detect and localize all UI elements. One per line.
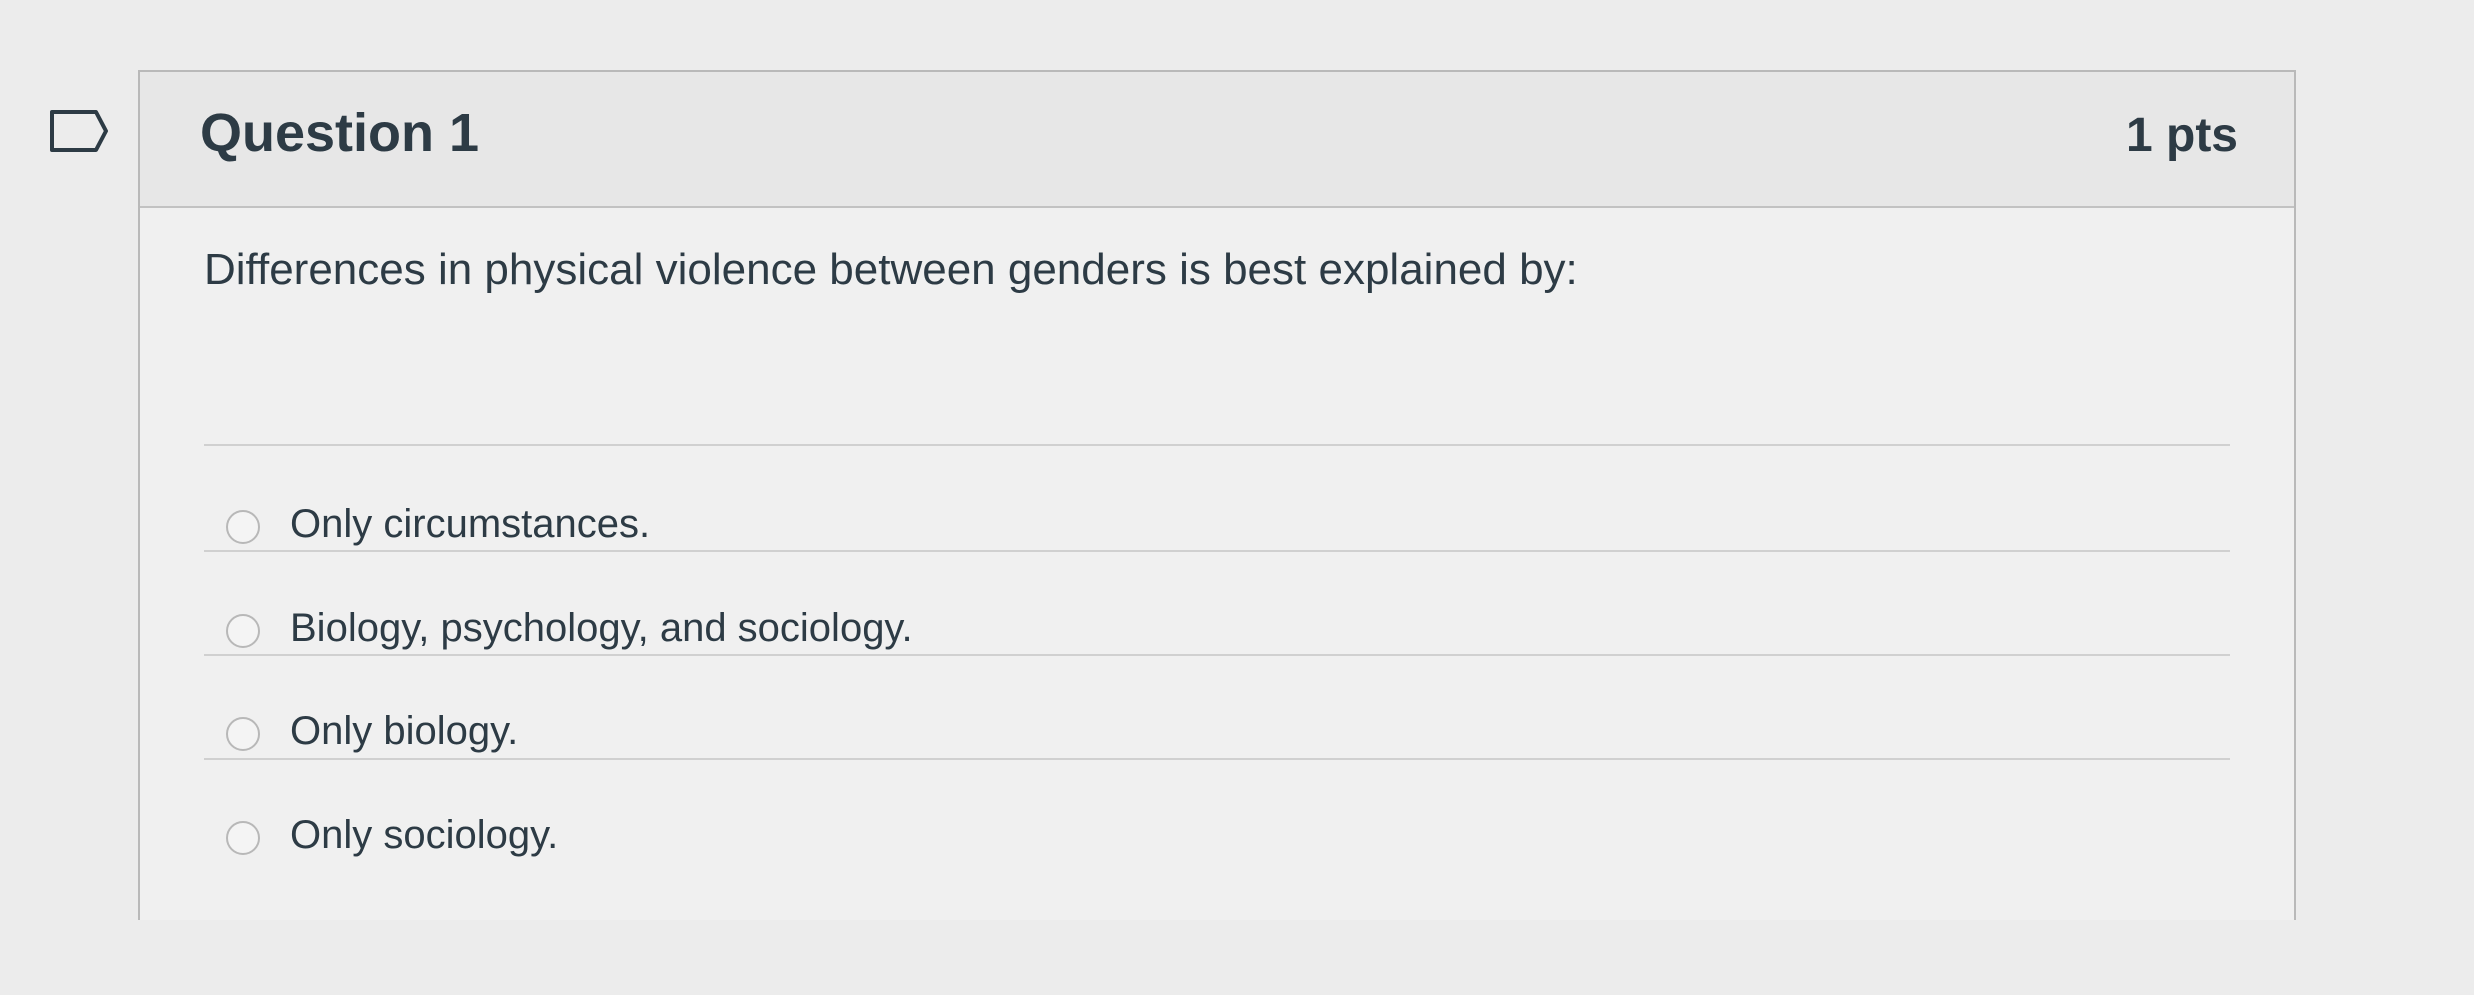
question-header: Question 1 1 pts [140,72,2294,208]
question-title: Question 1 [200,103,480,163]
question-points: 1 pts [2125,109,2238,162]
question-divider [204,444,2230,446]
radio-button[interactable] [226,717,260,751]
question-text: Differences in physical violence between… [204,245,1578,294]
answer-divider [204,550,2230,552]
radio-button[interactable] [226,614,260,648]
flag-question-icon[interactable] [48,108,110,154]
question-card: Question 1 1 pts Differences in physical… [138,70,2296,920]
answer-label: Biology, psychology, and sociology. [290,606,913,650]
radio-button[interactable] [226,510,260,544]
answer-label: Only sociology. [290,813,559,857]
radio-button[interactable] [226,821,260,855]
answer-label: Only biology. [290,709,519,753]
answer-option[interactable]: Biology, psychology, and sociology. [204,586,2230,678]
answer-divider [204,758,2230,760]
answer-option[interactable]: Only biology. [204,689,2230,781]
answer-option[interactable]: Only circumstances. [204,482,2230,574]
answer-option[interactable]: Only sociology. [204,793,2230,885]
answer-label: Only circumstances. [290,502,651,546]
answer-divider [204,654,2230,656]
